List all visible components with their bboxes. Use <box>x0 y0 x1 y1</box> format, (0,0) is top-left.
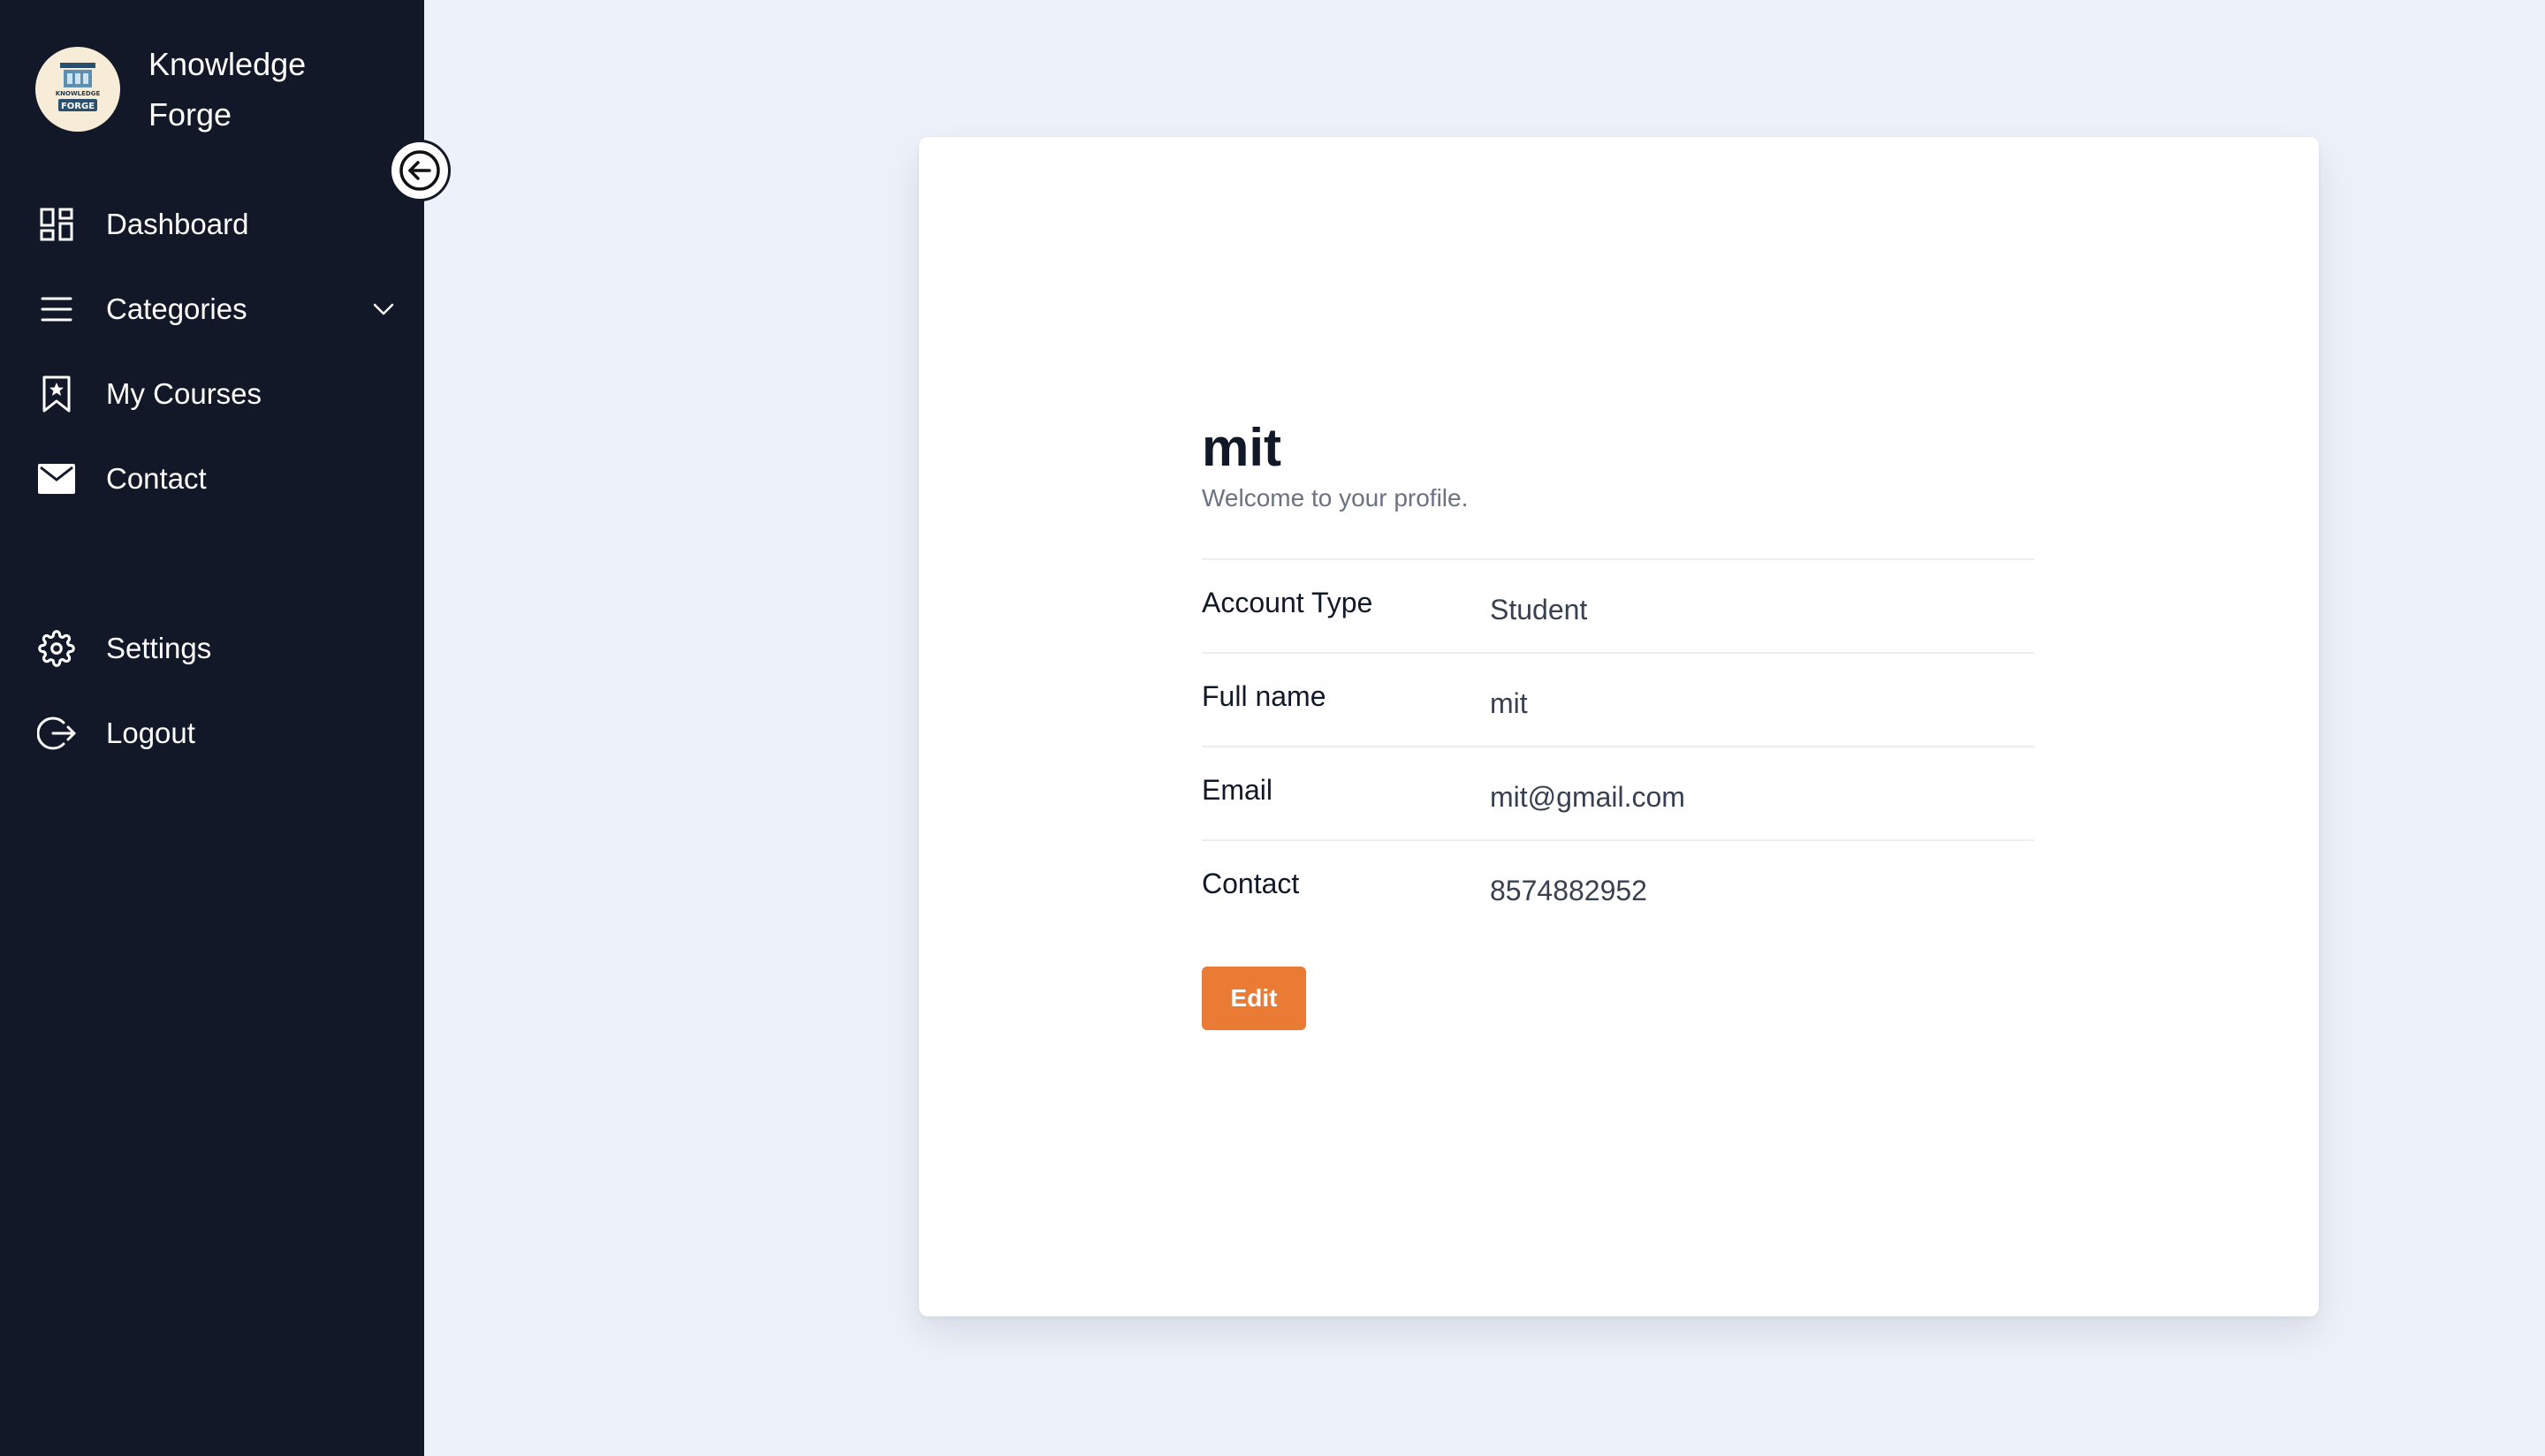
bookmark-icon <box>35 373 78 415</box>
arrow-left-icon <box>399 150 440 191</box>
detail-value: mit <box>1490 687 1528 719</box>
menu-icon <box>35 288 78 330</box>
collapse-sidebar-button[interactable] <box>389 140 451 201</box>
sidebar-item-label: Categories <box>106 292 247 325</box>
sidebar-item-contact[interactable]: Contact <box>35 452 398 505</box>
detail-value: mit@gmail.com <box>1490 781 1685 813</box>
profile-subtitle: Welcome to your profile. <box>1202 484 1469 512</box>
sidebar-item-label: Dashboard <box>106 208 249 240</box>
detail-row-contact: Contact 8574882952 <box>1202 841 2034 935</box>
detail-row-account-type: Account Type Student <box>1202 560 2034 654</box>
brand[interactable]: KNOWLEDGE FORGE Knowledge Forge <box>35 39 334 140</box>
profile-details: Account Type Student Full name mit Email… <box>1202 558 2034 935</box>
sidebar-item-label: Contact <box>106 462 207 495</box>
detail-row-full-name: Full name mit <box>1202 654 2034 747</box>
detail-label: Account Type <box>1202 587 1373 618</box>
detail-value: 8574882952 <box>1490 875 1647 906</box>
sidebar-item-settings[interactable]: Settings <box>35 622 398 675</box>
detail-label: Contact <box>1202 868 1300 899</box>
dashboard-icon <box>35 203 78 246</box>
logout-icon <box>35 712 78 755</box>
detail-row-email: Email mit@gmail.com <box>1202 747 2034 841</box>
sidebar-item-label: My Courses <box>106 377 262 410</box>
detail-value: Student <box>1490 594 1588 626</box>
sidebar: KNOWLEDGE FORGE Knowledge Forge Dashboar… <box>0 0 424 1456</box>
profile-name: mit <box>1202 418 1281 477</box>
profile-section: mit Welcome to your profile. Account Typ… <box>1202 417 2034 1030</box>
svg-text:FORGE: FORGE <box>61 102 95 111</box>
gear-icon <box>35 627 78 670</box>
detail-label: Email <box>1202 774 1273 806</box>
sidebar-item-logout[interactable]: Logout <box>35 707 398 760</box>
brand-name: Knowledge Forge <box>148 46 307 133</box>
chevron-down-icon[interactable] <box>369 295 398 323</box>
sidebar-item-label: Logout <box>106 717 195 749</box>
logo-building-icon: KNOWLEDGE FORGE <box>56 63 101 111</box>
brand-logo: KNOWLEDGE FORGE <box>35 47 120 132</box>
sidebar-item-categories[interactable]: Categories <box>35 283 398 336</box>
detail-label: Full name <box>1202 680 1326 712</box>
profile-card: mit Welcome to your profile. Account Typ… <box>919 137 2319 1316</box>
sidebar-item-label: Settings <box>106 632 212 664</box>
mail-icon <box>35 458 78 500</box>
sidebar-item-dashboard[interactable]: Dashboard <box>35 198 398 251</box>
edit-button[interactable]: Edit <box>1202 967 1306 1030</box>
sidebar-item-my-courses[interactable]: My Courses <box>35 368 398 421</box>
svg-text:KNOWLEDGE: KNOWLEDGE <box>56 90 101 97</box>
